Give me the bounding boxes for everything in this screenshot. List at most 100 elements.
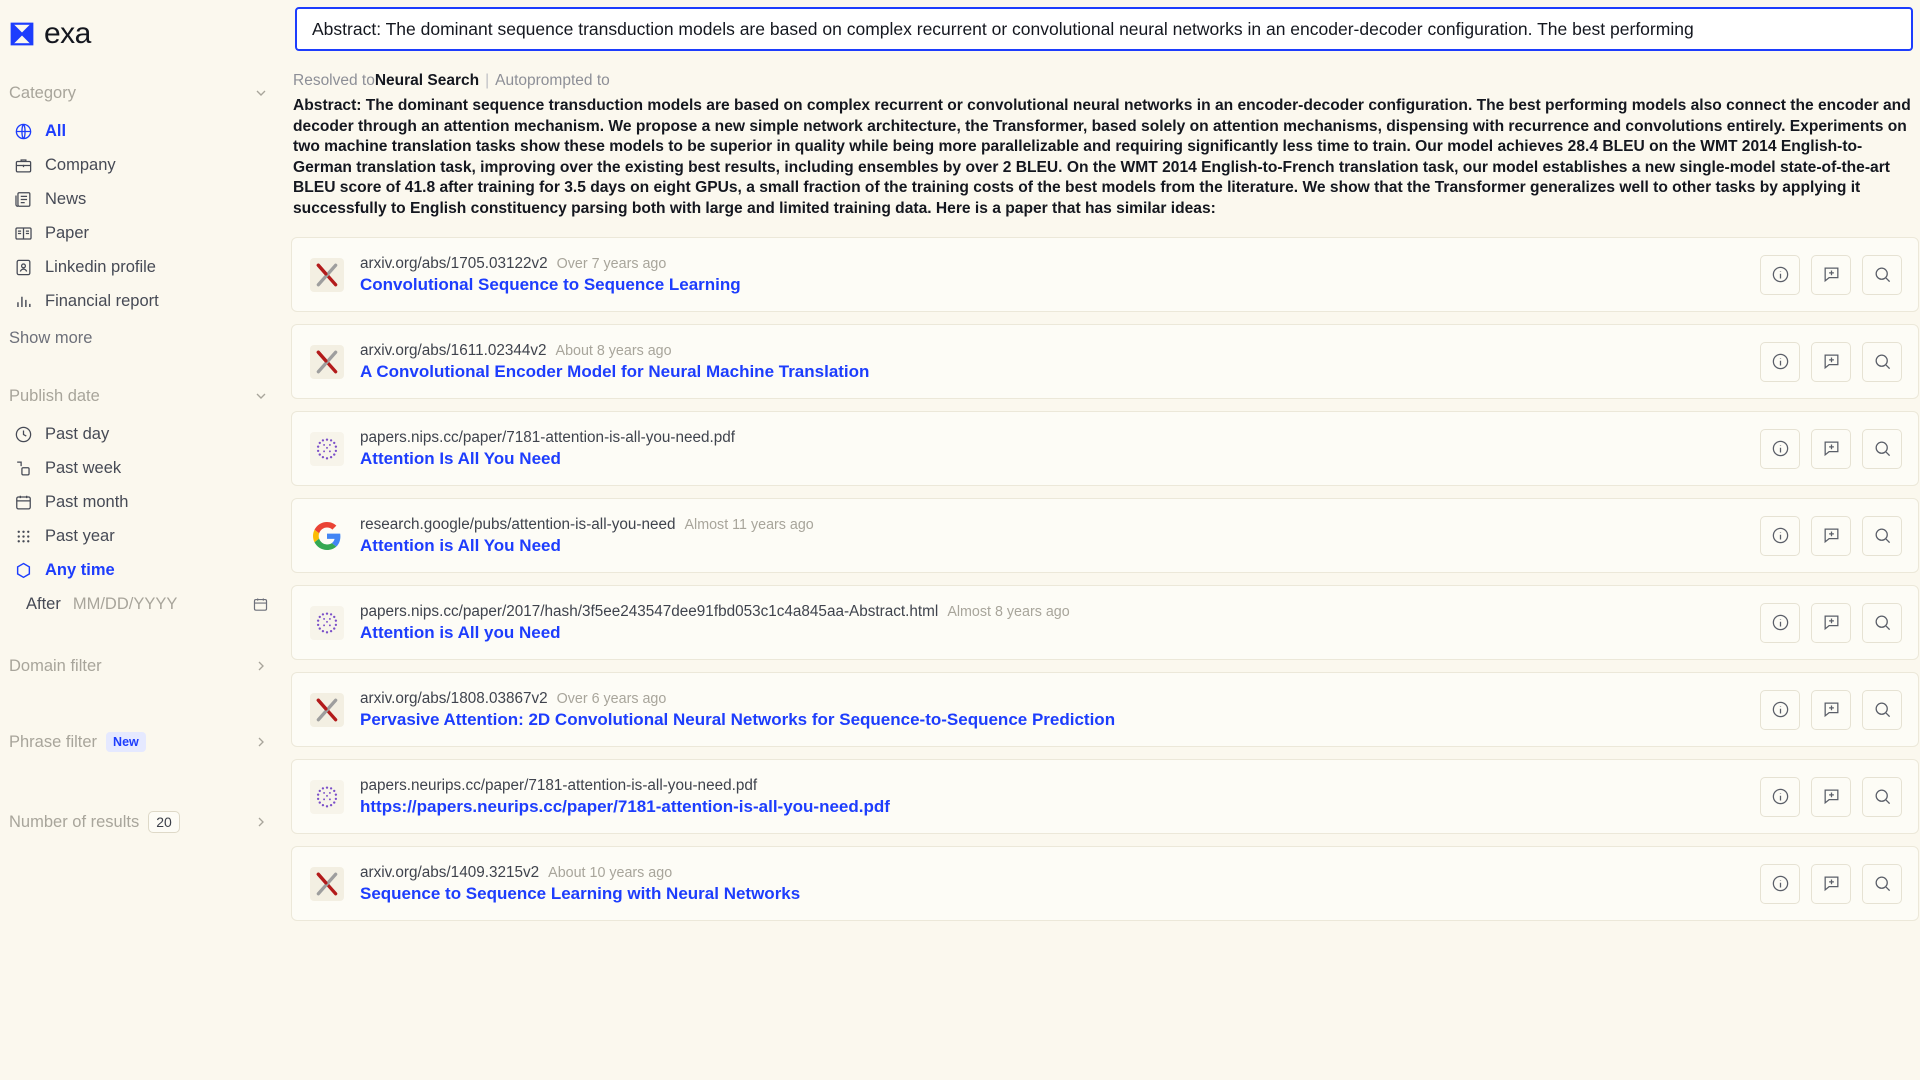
table-row[interactable]: arxiv.org/abs/1409.3215v2 About 10 years… [291, 846, 1919, 921]
nips-icon [310, 431, 344, 466]
result-meta: arxiv.org/abs/1808.03867v2 Over 6 years … [360, 690, 1742, 708]
result-body: papers.nips.cc/paper/2017/hash/3f5ee2435… [360, 603, 1742, 643]
message-plus-icon[interactable] [1811, 689, 1851, 730]
search-icon[interactable] [1862, 341, 1902, 382]
table-row[interactable]: papers.nips.cc/paper/7181-attention-is-a… [291, 411, 1919, 486]
sidebar-item-past-week[interactable]: Past week [0, 451, 291, 485]
resolved-mode: Neural Search [374, 72, 480, 89]
result-url: arxiv.org/abs/1611.02344v2 [360, 341, 547, 359]
layers-icon [14, 459, 33, 478]
sidebar-item-label: Past day [45, 424, 110, 443]
search-icon[interactable] [1862, 428, 1902, 469]
section-category-title: Category [9, 83, 76, 102]
info-icon[interactable] [1760, 689, 1800, 730]
result-url: papers.nips.cc/paper/2017/hash/3f5ee2435… [360, 602, 939, 620]
search-input[interactable]: Abstract: The dominant sequence transduc… [295, 7, 1913, 51]
sidebar-item-label: Financial report [45, 291, 159, 310]
table-row[interactable]: papers.neurips.cc/paper/7181-attention-i… [291, 759, 1919, 834]
section-number-of-results-header[interactable]: Number of results 20 [0, 807, 291, 837]
result-meta: papers.nips.cc/paper/2017/hash/3f5ee2435… [360, 603, 1742, 621]
result-title-link[interactable]: Sequence to Sequence Learning with Neura… [360, 884, 1742, 904]
result-body: papers.nips.cc/paper/7181-attention-is-a… [360, 429, 1742, 469]
info-icon[interactable] [1760, 341, 1800, 382]
section-phrase-filter-header[interactable]: Phrase filter New [0, 727, 291, 757]
sidebar-item-past-month[interactable]: Past month [0, 485, 291, 519]
search-icon[interactable] [1862, 254, 1902, 295]
info-icon[interactable] [1760, 776, 1800, 817]
result-meta: arxiv.org/abs/1409.3215v2 About 10 years… [360, 864, 1742, 882]
result-meta: arxiv.org/abs/1705.03122v2 Over 7 years … [360, 255, 1742, 273]
info-icon[interactable] [1760, 254, 1800, 295]
message-plus-icon[interactable] [1811, 776, 1851, 817]
section-publish-date-header[interactable]: Publish date [0, 381, 291, 411]
table-row[interactable]: arxiv.org/abs/1611.02344v2 About 8 years… [291, 324, 1919, 399]
section-category-header[interactable]: Category [0, 78, 291, 108]
result-body: research.google/pubs/attention-is-all-yo… [360, 516, 1742, 556]
search-icon[interactable] [1862, 602, 1902, 643]
publish-date-options: Past day Past week Past month Past year [0, 417, 291, 628]
message-plus-icon[interactable] [1811, 428, 1851, 469]
sidebar-item-linkedin-profile[interactable]: Linkedin profile [0, 250, 291, 284]
table-row[interactable]: arxiv.org/abs/1705.03122v2 Over 7 years … [291, 237, 1919, 312]
message-plus-icon[interactable] [1811, 341, 1851, 382]
result-url: papers.nips.cc/paper/7181-attention-is-a… [360, 428, 735, 446]
result-age: About 10 years ago [548, 864, 673, 881]
info-icon[interactable] [1760, 515, 1800, 556]
result-title-link[interactable]: Convolutional Sequence to Sequence Learn… [360, 275, 1742, 295]
result-body: arxiv.org/abs/1808.03867v2 Over 6 years … [360, 690, 1742, 730]
briefcase-icon [14, 156, 33, 175]
sidebar-item-label: News [45, 189, 87, 208]
sidebar-item-all[interactable]: All [0, 114, 291, 148]
result-age: Almost 8 years ago [947, 603, 1070, 620]
table-row[interactable]: papers.nips.cc/paper/2017/hash/3f5ee2435… [291, 585, 1919, 660]
info-icon[interactable] [1760, 863, 1800, 904]
result-title-link[interactable]: A Convolutional Encoder Model for Neural… [360, 362, 1742, 382]
message-plus-icon[interactable] [1811, 863, 1851, 904]
message-plus-icon[interactable] [1811, 515, 1851, 556]
result-title-link[interactable]: Pervasive Attention: 2D Convolutional Ne… [360, 710, 1742, 730]
brand-text: exa [44, 17, 91, 50]
sidebar-item-paper[interactable]: Paper [0, 216, 291, 250]
section-domain-filter-header[interactable]: Domain filter [0, 651, 291, 681]
sidebar-item-company[interactable]: Company [0, 148, 291, 182]
brand[interactable]: exa [0, 0, 291, 56]
resolved-line: Resolved to Neural Search | Autoprompted… [293, 69, 1920, 90]
row-actions [1760, 428, 1902, 469]
result-title-link[interactable]: Attention is All You Need [360, 536, 1742, 556]
sidebar-item-label: Past year [45, 526, 115, 545]
search-bar-wrap: Abstract: The dominant sequence transduc… [291, 0, 1920, 51]
result-url: arxiv.org/abs/1808.03867v2 [360, 689, 548, 707]
sidebar-item-label: Past week [45, 458, 122, 477]
show-more-button[interactable]: Show more [0, 323, 291, 353]
search-icon[interactable] [1862, 863, 1902, 904]
sidebar-item-any-time[interactable]: Any time [0, 553, 291, 587]
sidebar-item-past-year[interactable]: Past year [0, 519, 291, 553]
sidebar-item-news[interactable]: News [0, 182, 291, 216]
chevron-right-icon [253, 814, 269, 830]
arxiv-icon [310, 866, 344, 901]
calendar-picker-icon[interactable] [252, 596, 269, 613]
result-url: arxiv.org/abs/1705.03122v2 [360, 254, 548, 272]
after-date-input[interactable]: MM/DD/YYYY [73, 595, 178, 614]
search-icon[interactable] [1862, 515, 1902, 556]
result-title-link[interactable]: Attention Is All You Need [360, 449, 1742, 469]
number-of-results-value[interactable]: 20 [148, 811, 180, 833]
after-date-row[interactable]: After MM/DD/YYYY [0, 587, 291, 628]
table-row[interactable]: arxiv.org/abs/1808.03867v2 Over 6 years … [291, 672, 1919, 747]
info-icon[interactable] [1760, 428, 1800, 469]
sidebar-item-financial-report[interactable]: Financial report [0, 284, 291, 318]
info-icon[interactable] [1760, 602, 1800, 643]
search-icon[interactable] [1862, 776, 1902, 817]
after-label: After [26, 594, 61, 613]
sidebar-item-past-day[interactable]: Past day [0, 417, 291, 451]
search-icon[interactable] [1862, 689, 1902, 730]
scrollbar[interactable] [1914, 0, 1920, 1080]
table-row[interactable]: research.google/pubs/attention-is-all-yo… [291, 498, 1919, 573]
message-plus-icon[interactable] [1811, 602, 1851, 643]
result-title-link[interactable]: https://papers.neurips.cc/paper/7181-att… [360, 797, 1742, 817]
result-title-link[interactable]: Attention is All you Need [360, 623, 1742, 643]
row-actions [1760, 515, 1902, 556]
message-plus-icon[interactable] [1811, 254, 1851, 295]
row-actions [1760, 776, 1902, 817]
chevron-right-icon [253, 734, 269, 750]
